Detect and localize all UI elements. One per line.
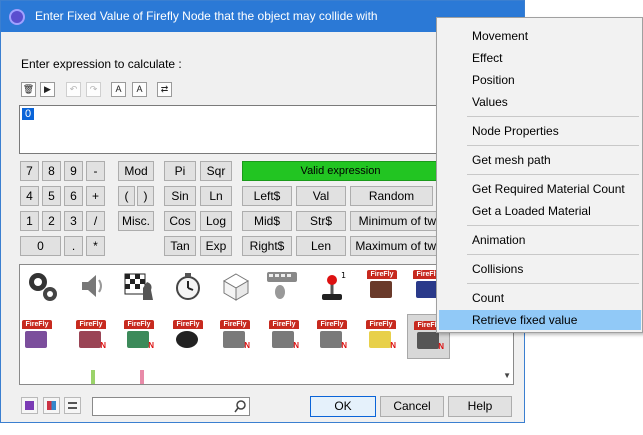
ok-button[interactable]: OK: [310, 396, 376, 417]
firefly-sphere-icon[interactable]: FireFly N: [76, 320, 106, 350]
key-9[interactable]: 9: [64, 161, 83, 181]
len-button[interactable]: Len: [296, 236, 346, 256]
menu-item-values[interactable]: Values: [439, 92, 641, 112]
firefly-fire-icon[interactable]: FireFly: [367, 270, 397, 300]
key-divide[interactable]: /: [86, 211, 105, 231]
paren-open-button[interactable]: (: [118, 186, 135, 206]
delete-icon[interactable]: 🗑: [21, 82, 36, 97]
key-multiply[interactable]: *: [86, 236, 105, 256]
sin-button[interactable]: Sin: [164, 186, 196, 206]
wrap-icon[interactable]: ⇄: [157, 82, 172, 97]
expression-editor[interactable]: 0: [19, 105, 439, 154]
log-button[interactable]: Log: [200, 211, 232, 231]
settings-gears-icon[interactable]: [26, 270, 58, 302]
menu-item-get-loaded-material[interactable]: Get a Loaded Material: [439, 201, 641, 221]
firefly-ball-icon[interactable]: FireFly: [173, 320, 203, 350]
view-large-icon[interactable]: [21, 397, 38, 414]
cancel-button[interactable]: Cancel: [380, 396, 444, 417]
firefly-cube-2-icon[interactable]: FireFly N: [269, 320, 299, 350]
redo-icon[interactable]: ↷: [86, 82, 101, 97]
partial-icon-2: [140, 370, 144, 384]
key-0[interactable]: 0: [20, 236, 61, 256]
key-dot[interactable]: .: [64, 236, 83, 256]
menu-separator: [467, 145, 639, 146]
paren-close-button[interactable]: ): [137, 186, 154, 206]
key-2[interactable]: 2: [42, 211, 61, 231]
view-list-icon[interactable]: [64, 397, 81, 414]
menu-item-count[interactable]: Count: [439, 288, 641, 308]
menu-item-get-mesh-path[interactable]: Get mesh path: [439, 150, 641, 170]
val-button[interactable]: Val: [296, 186, 346, 206]
menu-separator: [467, 225, 639, 226]
firefly-cube-3-icon[interactable]: FireFly N: [317, 320, 347, 350]
insert-icon[interactable]: ▶: [40, 82, 55, 97]
app-icon: [9, 9, 25, 25]
menu-item-node-properties[interactable]: Node Properties: [439, 121, 641, 141]
menu-separator: [467, 283, 639, 284]
key-minus[interactable]: -: [86, 161, 105, 181]
ln-button[interactable]: Ln: [200, 186, 232, 206]
firefly-sphere-2-icon[interactable]: FireFly N: [124, 320, 154, 350]
str-button[interactable]: Str$: [296, 211, 346, 231]
menu-separator: [467, 174, 639, 175]
undo-icon[interactable]: ↶: [66, 82, 81, 97]
maximum-button[interactable]: Maximum of tw: [350, 236, 439, 256]
menu-item-collisions[interactable]: Collisions: [439, 259, 641, 279]
firefly-cube-icon[interactable]: FireFly N: [220, 320, 250, 350]
menu-separator: [467, 116, 639, 117]
misc-button[interactable]: Misc.: [118, 211, 154, 231]
search-input[interactable]: [92, 397, 250, 416]
key-7[interactable]: 7: [20, 161, 39, 181]
pi-button[interactable]: Pi: [164, 161, 196, 181]
partial-icon-1: [91, 370, 95, 384]
sqr-button[interactable]: Sqr: [200, 161, 232, 181]
mod-button[interactable]: Mod: [118, 161, 154, 181]
3d-box-icon[interactable]: [220, 270, 252, 302]
timer-clock-icon[interactable]: [172, 270, 204, 302]
mid-button[interactable]: Mid$: [242, 211, 292, 231]
cos-button[interactable]: Cos: [164, 211, 196, 231]
view-grid-icon[interactable]: [43, 397, 60, 414]
menu-item-movement[interactable]: Movement: [439, 26, 641, 46]
svg-text:1: 1: [341, 271, 346, 280]
context-menu: Movement Effect Position Values Node Pro…: [436, 17, 643, 333]
exp-button[interactable]: Exp: [200, 236, 232, 256]
random-button[interactable]: Random: [350, 186, 433, 206]
key-1[interactable]: 1: [20, 211, 39, 231]
key-4[interactable]: 4: [20, 186, 39, 206]
menu-item-retrieve-fixed-value[interactable]: Retrieve fixed value: [439, 310, 641, 330]
key-plus[interactable]: +: [86, 186, 105, 206]
menu-item-get-required-material-count[interactable]: Get Required Material Count: [439, 179, 641, 199]
validation-status: Valid expression: [242, 161, 439, 181]
search-icon[interactable]: [234, 400, 247, 413]
chess-game-icon[interactable]: [123, 270, 155, 302]
joystick-icon[interactable]: 1: [316, 270, 348, 302]
help-button[interactable]: Help: [448, 396, 512, 417]
menu-separator: [467, 254, 639, 255]
key-8[interactable]: 8: [42, 161, 61, 181]
menu-item-animation[interactable]: Animation: [439, 230, 641, 250]
key-6[interactable]: 6: [64, 186, 83, 206]
key-5[interactable]: 5: [42, 186, 61, 206]
expression-value: 0: [22, 108, 35, 120]
keyboard-mouse-icon[interactable]: [266, 268, 298, 300]
font-decrease-icon[interactable]: A: [132, 82, 147, 97]
key-3[interactable]: 3: [64, 211, 83, 231]
tan-button[interactable]: Tan: [164, 236, 196, 256]
left-button[interactable]: Left$: [242, 186, 292, 206]
minimum-button[interactable]: Minimum of tw: [350, 211, 439, 231]
right-button[interactable]: Right$: [242, 236, 292, 256]
scroll-down-icon[interactable]: ▼: [503, 371, 511, 380]
firefly-sky-icon[interactable]: FireFly: [22, 320, 52, 350]
firefly-light-icon[interactable]: FireFly N: [366, 320, 396, 350]
font-increase-icon[interactable]: A: [111, 82, 126, 97]
expression-prompt: Enter expression to calculate :: [21, 57, 182, 71]
menu-item-position[interactable]: Position: [439, 70, 641, 90]
sound-speaker-icon[interactable]: [76, 270, 108, 302]
dialog-title: Enter Fixed Value of Firefly Node that t…: [35, 9, 378, 23]
menu-item-effect[interactable]: Effect: [439, 48, 641, 68]
